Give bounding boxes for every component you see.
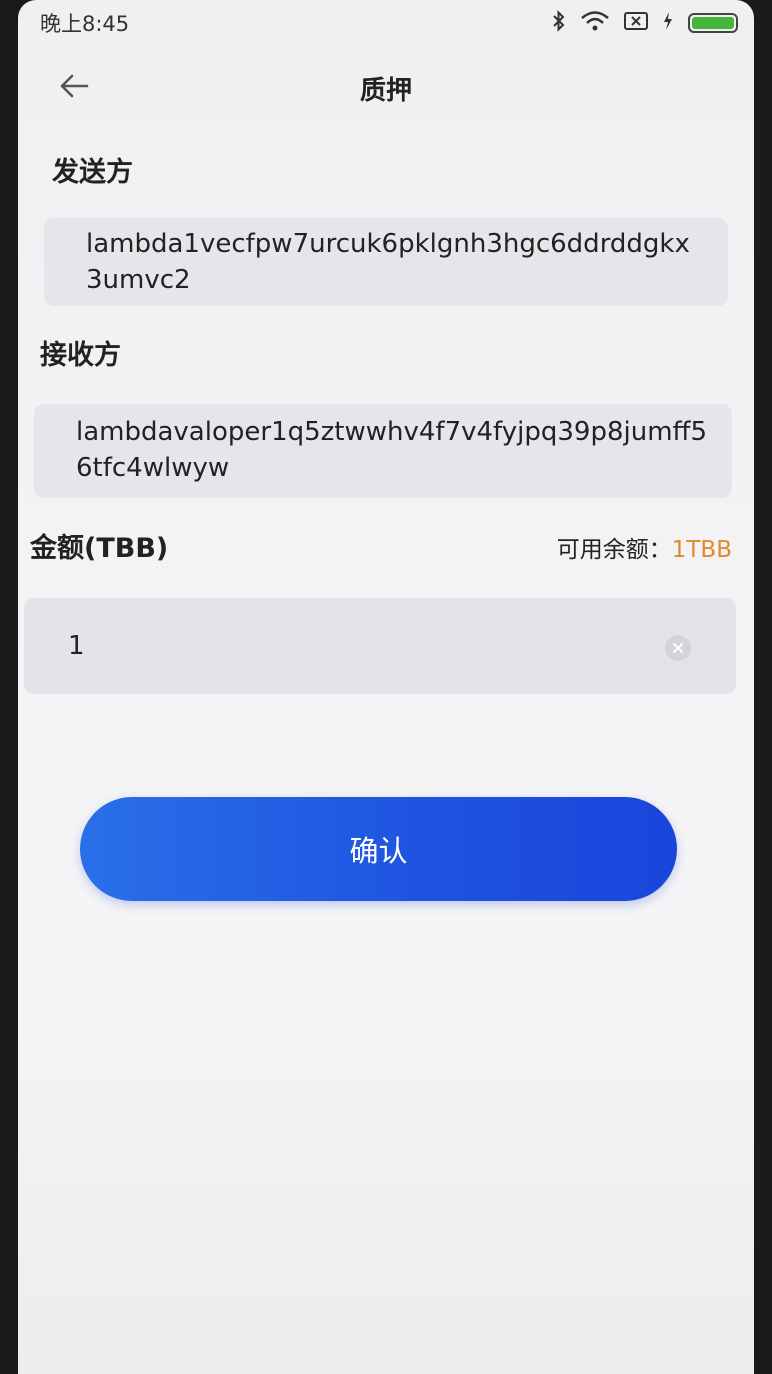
amount-label: 金额(TBB) — [30, 533, 169, 564]
sender-label: 发送方 — [52, 157, 133, 188]
battery-icon — [688, 13, 738, 33]
charging-icon — [662, 11, 674, 35]
nav-bar: 质押 — [18, 52, 754, 122]
clear-icon — [672, 639, 684, 658]
receiver-label: 接收方 — [40, 340, 121, 371]
amount-input[interactable] — [24, 598, 736, 694]
balance-value: 1TBB — [671, 537, 732, 563]
receiver-address: lambdavaloper1q5ztwwhv4f7v4fyjpq39p8jumf… — [76, 417, 707, 483]
clear-button[interactable] — [665, 635, 691, 661]
status-time: 晚上8:45 — [40, 12, 130, 36]
sender-address-field[interactable]: lambda1vecfpw7urcuk6pklgnh3hgc6ddrddgkx3… — [44, 218, 728, 306]
wifi-icon — [580, 10, 610, 36]
confirm-button[interactable]: 确认 — [80, 797, 677, 901]
sim-icon — [624, 11, 648, 35]
page-title: 质押 — [359, 76, 412, 106]
bluetooth-icon — [552, 10, 566, 36]
receiver-address-field[interactable]: lambdavaloper1q5ztwwhv4f7v4fyjpq39p8jumf… — [34, 404, 732, 498]
available-balance: 可用余额：1TBB — [557, 530, 732, 564]
status-icons — [552, 10, 738, 36]
sender-address: lambda1vecfpw7urcuk6pklgnh3hgc6ddrddgkx3… — [86, 229, 690, 295]
screen: 晚上8:45 质押 发送方 lambda1vecfpw7urcuk6pklgnh… — [18, 0, 754, 1374]
balance-label: 可用余额： — [556, 537, 672, 563]
status-bar: 晚上8:45 — [18, 0, 754, 44]
